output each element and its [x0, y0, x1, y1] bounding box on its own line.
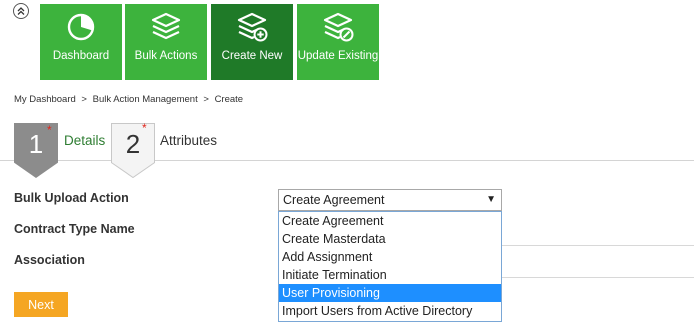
update-existing-tile-label: Update Existing — [297, 50, 379, 62]
step-2-number: 2 — [125, 129, 141, 159]
collapse-toolbar-button[interactable] — [13, 3, 29, 19]
dropdown-option[interactable]: Import Users from Active Directory — [279, 302, 501, 320]
dashboard-tile-label: Dashboard — [52, 50, 110, 62]
dashboard-pie-icon — [67, 13, 95, 41]
breadcrumb-create: Create — [214, 94, 244, 105]
dropdown-option[interactable]: Create Masterdata — [279, 230, 501, 248]
bulk-upload-action-label: Bulk Upload Action — [14, 191, 129, 205]
double-chevron-up-icon — [17, 7, 25, 15]
step-2-attributes[interactable]: 2 * — [111, 121, 155, 178]
bulk-upload-action-dropdown-list: Create Agreement Create Masterdata Add A… — [278, 211, 502, 322]
create-new-tile-button[interactable]: Create New — [211, 4, 293, 80]
step-1-details[interactable]: 1 * — [14, 123, 58, 178]
breadcrumb-separator: > — [81, 94, 87, 105]
dropdown-option[interactable]: Initiate Termination — [279, 266, 501, 284]
step-2-badge: 2 — [111, 123, 155, 178]
bulk-actions-tile-button[interactable]: Bulk Actions — [125, 4, 207, 80]
breadcrumb-bulk-action-management[interactable]: Bulk Action Management — [93, 94, 198, 105]
breadcrumb-separator: > — [203, 94, 209, 105]
steps-divider — [0, 160, 694, 161]
next-button[interactable]: Next — [14, 292, 68, 317]
association-label: Association — [14, 253, 85, 267]
layers-plus-icon — [237, 12, 268, 42]
step-1-label[interactable]: Details — [64, 133, 105, 148]
bulk-actions-tile-label: Bulk Actions — [134, 50, 198, 62]
create-new-tile-label: Create New — [221, 50, 283, 62]
step-1-required-mark: * — [47, 123, 52, 137]
contract-type-name-label: Contract Type Name — [14, 222, 135, 236]
bulk-upload-action-select[interactable]: Create Agreement ▼ — [278, 189, 502, 211]
breadcrumb-my-dashboard[interactable]: My Dashboard — [14, 94, 76, 105]
dropdown-arrow-icon: ▼ — [486, 194, 496, 205]
step-2-required-mark: * — [142, 121, 147, 135]
update-existing-tile-button[interactable]: Update Existing — [297, 4, 379, 80]
bulk-upload-action-selected-value: Create Agreement — [283, 193, 385, 207]
layers-edit-icon — [323, 12, 354, 42]
dropdown-option[interactable]: Add Assignment — [279, 248, 501, 266]
dropdown-option-highlighted[interactable]: User Provisioning — [279, 284, 501, 302]
dashboard-tile-button[interactable]: Dashboard — [40, 4, 122, 80]
step-2-label[interactable]: Attributes — [160, 133, 217, 148]
dropdown-option[interactable]: Create Agreement — [279, 212, 501, 230]
stacked-layers-icon — [151, 12, 181, 40]
breadcrumb: My Dashboard > Bulk Action Management > … — [14, 94, 246, 105]
step-1-number: 1 — [28, 129, 44, 159]
